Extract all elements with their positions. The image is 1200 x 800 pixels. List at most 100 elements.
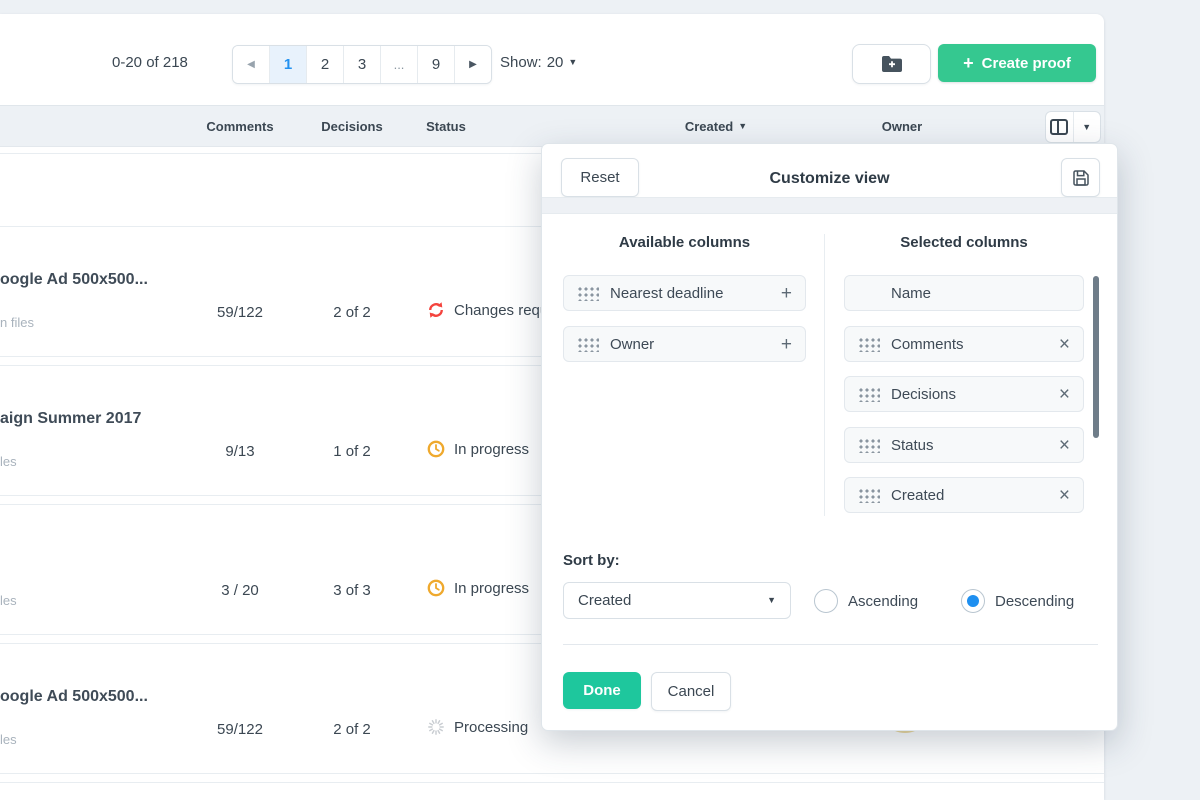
save-icon: [1071, 168, 1091, 188]
show-label: Show:: [500, 54, 542, 71]
sort-caret-icon: ▼: [738, 122, 747, 131]
refresh-red-icon: [427, 301, 445, 319]
column-settings-button[interactable]: [1046, 112, 1074, 142]
column-label: Name: [891, 285, 1070, 302]
status-cell: In progress: [427, 579, 529, 597]
proof-subtitle: les: [0, 593, 17, 608]
sort-field-select[interactable]: Created ▼: [563, 582, 791, 619]
drag-handle-icon[interactable]: [577, 285, 599, 301]
comments-count: 59/122: [190, 304, 290, 321]
decisions-count: 3 of 3: [302, 582, 402, 599]
selected-column-item[interactable]: Created ×: [844, 477, 1084, 513]
selected-columns-heading: Selected columns: [844, 234, 1084, 251]
popover-title: Customize view: [542, 170, 1117, 188]
decisions-count: 2 of 2: [302, 721, 402, 738]
proof-title: oogle Ad 500x500...: [0, 271, 148, 289]
remove-column-icon[interactable]: ×: [1059, 436, 1070, 455]
available-column-item[interactable]: Owner +: [563, 326, 806, 362]
save-view-button[interactable]: [1061, 158, 1100, 197]
column-label: Comments: [891, 336, 1059, 353]
columns-icon: [1050, 119, 1068, 135]
column-label: Created: [891, 487, 1059, 504]
footer-divider: [563, 644, 1098, 645]
column-settings-split-button[interactable]: ▼: [1045, 111, 1101, 143]
sort-by-label: Sort by:: [563, 552, 620, 569]
header-created-sort[interactable]: Created ▼: [672, 106, 760, 146]
folder-plus-icon: [880, 54, 904, 74]
spinner-gray-icon: [427, 718, 445, 736]
page-ellipsis: ...: [381, 46, 418, 83]
clock-amber-icon: [427, 579, 445, 597]
column-lists-divider: [824, 234, 825, 516]
page-button-2[interactable]: 2: [307, 46, 344, 83]
column-label: Status: [891, 437, 1059, 454]
status-label: In progress: [454, 441, 529, 458]
decisions-count: 2 of 2: [302, 304, 402, 321]
status-label: In progress: [454, 580, 529, 597]
proof-subtitle: les: [0, 732, 17, 747]
prev-page-button[interactable]: ◀: [233, 46, 270, 83]
header-decisions: Decisions: [308, 106, 396, 146]
row-divider: [0, 782, 1104, 783]
header-created-label: Created: [685, 119, 733, 134]
decisions-count: 1 of 2: [302, 443, 402, 460]
add-column-icon[interactable]: +: [781, 335, 792, 354]
next-page-button[interactable]: ▶: [455, 46, 491, 83]
proof-subtitle: n files: [0, 315, 34, 330]
proof-subtitle: les: [0, 454, 17, 469]
drag-handle-icon[interactable]: [858, 437, 880, 453]
selected-columns-scrollbar[interactable]: [1093, 276, 1099, 438]
done-button[interactable]: Done: [563, 672, 641, 709]
column-label: Decisions: [891, 386, 1059, 403]
available-column-item[interactable]: Nearest deadline +: [563, 275, 806, 311]
plus-icon: +: [963, 54, 974, 72]
drag-handle-icon[interactable]: [858, 487, 880, 503]
header-status: Status: [402, 106, 490, 146]
show-value: 20: [547, 54, 564, 71]
comments-count: 3 / 20: [190, 582, 290, 599]
remove-column-icon[interactable]: ×: [1059, 335, 1070, 354]
new-folder-button[interactable]: [852, 44, 931, 84]
clock-amber-icon: [427, 440, 445, 458]
page-button-9[interactable]: 9: [418, 46, 455, 83]
chevron-down-icon: ▼: [568, 58, 577, 67]
header-owner: Owner: [858, 106, 946, 146]
create-proof-label: Create proof: [982, 55, 1071, 72]
pagination-range: 0-20 of 218: [112, 54, 188, 71]
cancel-button[interactable]: Cancel: [651, 672, 731, 711]
status-label: Processing: [454, 719, 528, 736]
ascending-radio[interactable]: [814, 589, 838, 613]
create-proof-button[interactable]: + Create proof: [938, 44, 1096, 82]
descending-label: Descending: [995, 593, 1074, 610]
remove-column-icon[interactable]: ×: [1059, 486, 1070, 505]
sort-field-value: Created: [578, 592, 767, 609]
selected-column-item[interactable]: Comments ×: [844, 326, 1084, 362]
pagination: ◀ 1 2 3 ... 9 ▶: [232, 45, 492, 84]
chevron-down-icon: ▼: [767, 596, 776, 605]
page-button-1[interactable]: 1: [270, 46, 307, 83]
selected-column-item-locked: Name: [844, 275, 1084, 311]
page-button-3[interactable]: 3: [344, 46, 381, 83]
available-columns-heading: Available columns: [563, 234, 806, 251]
descending-radio[interactable]: [961, 589, 985, 613]
app-screen: 0-20 of 218 ◀ 1 2 3 ... 9 ▶ Show: 20 ▼: [0, 0, 1200, 800]
drag-handle-icon[interactable]: [858, 386, 880, 402]
drag-handle-icon[interactable]: [858, 336, 880, 352]
selected-column-item[interactable]: Status ×: [844, 427, 1084, 463]
add-column-icon[interactable]: +: [781, 284, 792, 303]
selected-column-item[interactable]: Decisions ×: [844, 376, 1084, 412]
proof-title: aign Summer 2017: [0, 410, 141, 428]
chevron-down-icon: ▼: [1082, 123, 1091, 132]
table-header: Comments Decisions Status Created ▼ Owne…: [0, 105, 1104, 147]
drag-handle-icon[interactable]: [577, 336, 599, 352]
status-cell: Processing: [427, 718, 528, 736]
remove-column-icon[interactable]: ×: [1059, 385, 1070, 404]
popover-divider-strip: [542, 197, 1117, 214]
proof-title: oogle Ad 500x500...: [0, 688, 148, 706]
column-settings-caret-button[interactable]: ▼: [1074, 112, 1101, 142]
column-label: Nearest deadline: [610, 285, 781, 302]
show-per-page-dropdown[interactable]: Show: 20 ▼: [500, 54, 577, 71]
column-label: Owner: [610, 336, 781, 353]
status-cell: In progress: [427, 440, 529, 458]
ascending-label: Ascending: [848, 593, 918, 610]
